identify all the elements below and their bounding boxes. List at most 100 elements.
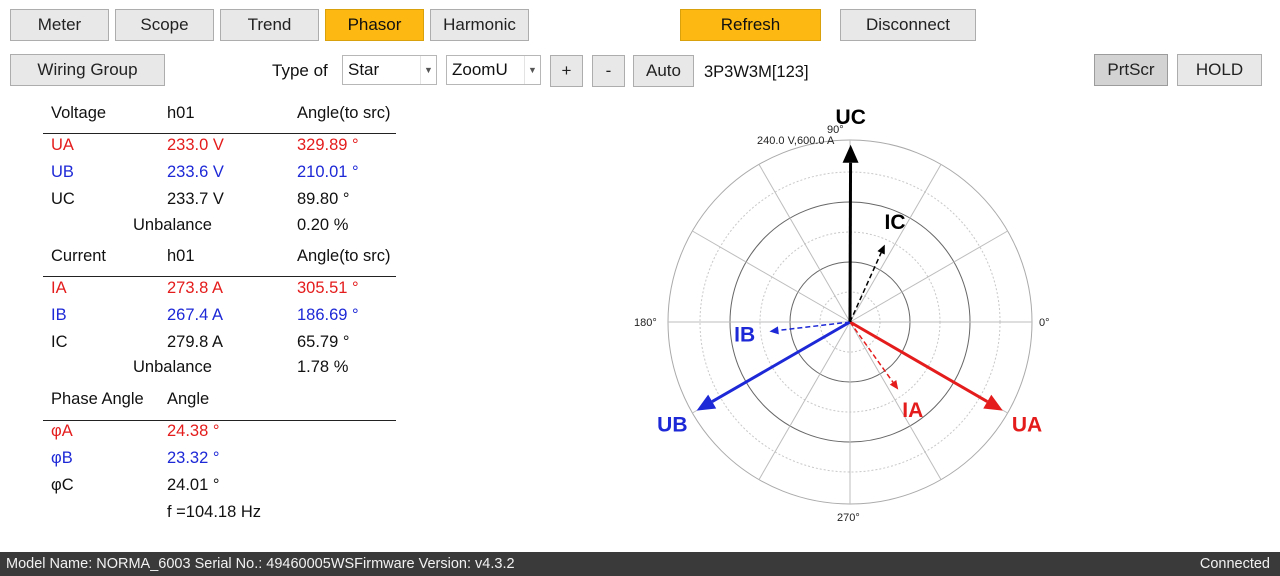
voltage-uc-angle: 89.80 ° <box>297 190 350 208</box>
current-ia-angle: 305.51 ° <box>297 279 359 297</box>
prtscr-button[interactable]: PrtScr <box>1094 54 1168 86</box>
phasor-ib-arrowhead <box>769 326 779 335</box>
voltage-header: Voltage <box>51 104 107 122</box>
zoom-select-value: ZoomU <box>452 60 508 79</box>
current-ic-name: IC <box>51 333 68 351</box>
current-unbalance-label: Unbalance <box>133 358 212 376</box>
wiring-group-button[interactable]: Wiring Group <box>10 54 165 86</box>
voltage-angle-header: Angle(to src) <box>297 104 391 122</box>
tab-trend[interactable]: Trend <box>220 9 319 41</box>
phasor-label-ub: UB <box>657 414 687 437</box>
current-ib-name: IB <box>51 306 67 324</box>
type-select[interactable]: Star ▼ <box>342 55 437 85</box>
current-header: Current <box>51 247 107 265</box>
current-angle-header: Angle(to src) <box>297 247 391 265</box>
phasor-label-uc: UC <box>836 106 866 129</box>
phase-a-value: 24.38 ° <box>167 422 220 440</box>
phasor-ub-arrowhead <box>696 394 717 411</box>
phasor-label-ib: IB <box>734 323 755 346</box>
axis-label-180: 180° <box>634 317 657 329</box>
current-ic-value: 279.8 A <box>167 333 223 351</box>
device-info: Model Name: NORMA_6003 Serial No.: 49460… <box>6 556 515 572</box>
phasor-ia-line <box>849 321 894 383</box>
phasor-ua-line <box>849 320 989 403</box>
axis-label-270: 270° <box>837 512 860 524</box>
voltage-divider <box>43 133 396 134</box>
phasor-uc-arrowhead <box>842 144 859 163</box>
grid-spoke <box>692 230 851 323</box>
chevron-down-icon: ▼ <box>524 56 540 84</box>
tab-meter[interactable]: Meter <box>10 9 109 41</box>
grid-ring-dotted <box>759 231 941 413</box>
phasor-label-ua: UA <box>1012 414 1042 437</box>
phasor-ib-line <box>778 321 851 332</box>
phasor-ua-arrowhead <box>983 394 1003 411</box>
voltage-unbalance-value: 0.20 % <box>297 216 349 234</box>
current-ic-angle: 65.79 ° <box>297 333 350 351</box>
current-harmonic-header: h01 <box>167 247 195 265</box>
type-of-label: Type of <box>272 61 328 80</box>
phase-b-name: φB <box>51 449 73 467</box>
status-bar: Model Name: NORMA_6003 Serial No.: 49460… <box>0 552 1280 576</box>
zoom-select[interactable]: ZoomU ▼ <box>446 55 541 85</box>
zoom-in-button[interactable]: + <box>550 55 583 87</box>
current-ia-value: 273.8 A <box>167 279 223 297</box>
voltage-uc-value: 233.7 V <box>167 190 224 208</box>
grid-spoke <box>849 321 1008 414</box>
grid-spoke <box>758 321 851 480</box>
phase-c-value: 24.01 ° <box>167 476 220 494</box>
phase-angle-value-header: Angle <box>167 390 210 408</box>
frequency-readout: f =104.18 Hz <box>167 503 262 521</box>
phasor-ic-line <box>849 252 882 323</box>
grid-ring <box>729 201 971 443</box>
axis-label-0: 0° <box>1039 317 1050 329</box>
grid-ring <box>667 139 1033 505</box>
voltage-ua-angle: 329.89 ° <box>297 136 359 154</box>
voltage-ub-value: 233.6 V <box>167 163 224 181</box>
grid-ring-dotted <box>819 291 881 353</box>
grid-spoke <box>849 164 942 323</box>
hold-button[interactable]: HOLD <box>1177 54 1262 86</box>
auto-button[interactable]: Auto <box>633 55 694 87</box>
voltage-ub-angle: 210.01 ° <box>297 163 359 181</box>
voltage-uc-name: UC <box>51 190 75 208</box>
zoom-out-button[interactable]: - <box>592 55 625 87</box>
refresh-button[interactable]: Refresh <box>680 9 821 41</box>
phasor-ub-line <box>711 320 851 403</box>
phasor-label-ic: IC <box>885 211 906 234</box>
chevron-down-icon: ▼ <box>420 56 436 84</box>
voltage-ua-name: UA <box>51 136 74 154</box>
phasor-ic-arrowhead <box>877 244 885 255</box>
tab-scope[interactable]: Scope <box>115 9 214 41</box>
grid-spoke <box>758 164 851 323</box>
voltage-harmonic-header: h01 <box>167 104 195 122</box>
grid-ring-dotted <box>699 171 1001 473</box>
current-ib-value: 267.4 A <box>167 306 223 324</box>
current-divider <box>43 276 396 277</box>
phasor-vectors: UA UB UC IA IB IC <box>657 106 1042 437</box>
wiring-mode-text: 3P3W3M[123] <box>704 63 809 81</box>
grid-ring <box>789 261 911 383</box>
current-ia-name: IA <box>51 279 67 297</box>
phasor-scale-label: 240.0 V,600.0 A <box>757 135 835 147</box>
grid-spoke <box>849 230 1008 323</box>
phase-a-name: φA <box>51 422 73 440</box>
current-unbalance-value: 1.78 % <box>297 358 349 376</box>
tab-harmonic[interactable]: Harmonic <box>430 9 529 41</box>
tab-phasor[interactable]: Phasor <box>325 9 424 41</box>
phase-b-value: 23.32 ° <box>167 449 220 467</box>
axis-label-90: 90° <box>827 124 844 136</box>
phasor-ia-arrowhead <box>889 379 899 390</box>
current-ib-angle: 186.69 ° <box>297 306 359 324</box>
grid-spoke <box>692 321 851 414</box>
voltage-ub-name: UB <box>51 163 74 181</box>
phase-c-name: φC <box>51 476 74 494</box>
voltage-ua-value: 233.0 V <box>167 136 224 154</box>
connection-status: Connected <box>1199 556 1270 572</box>
phasor-label-ia: IA <box>902 399 923 422</box>
phasor-grid <box>667 139 1033 505</box>
disconnect-button[interactable]: Disconnect <box>840 9 976 41</box>
type-select-value: Star <box>348 60 380 79</box>
grid-spoke <box>849 321 942 480</box>
phase-angle-header: Phase Angle <box>51 390 144 408</box>
